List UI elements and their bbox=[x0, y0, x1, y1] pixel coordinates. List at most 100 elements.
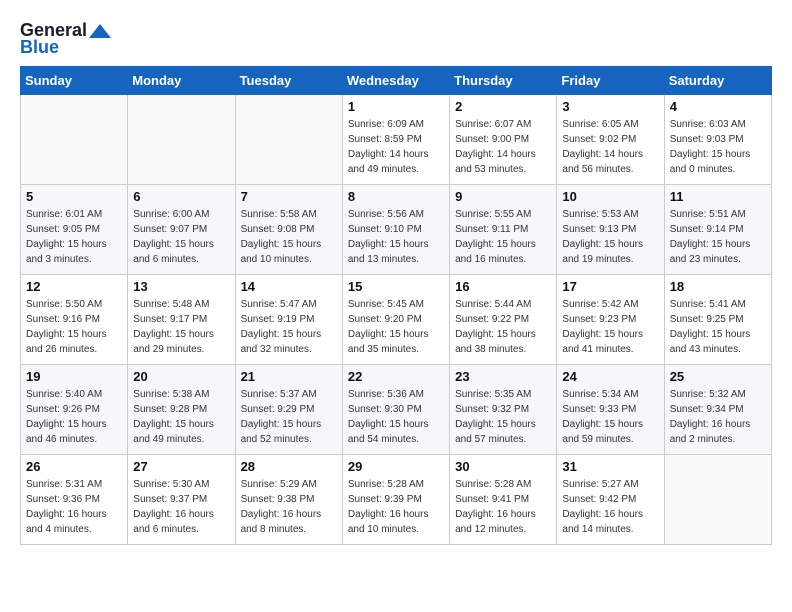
week-row-4: 19 Sunrise: 5:40 AM Sunset: 9:26 PM Dayli… bbox=[21, 365, 772, 455]
day-number: 1 bbox=[348, 99, 444, 114]
day-number: 11 bbox=[670, 189, 766, 204]
day-info: Sunrise: 5:51 AM Sunset: 9:14 PM Dayligh… bbox=[670, 207, 766, 267]
table-cell: 11 Sunrise: 5:51 AM Sunset: 9:14 PM Dayli… bbox=[664, 185, 771, 275]
day-info: Sunrise: 5:38 AM Sunset: 9:28 PM Dayligh… bbox=[133, 387, 229, 447]
day-number: 29 bbox=[348, 459, 444, 474]
day-info: Sunrise: 5:40 AM Sunset: 9:26 PM Dayligh… bbox=[26, 387, 122, 447]
day-number: 21 bbox=[241, 369, 337, 384]
day-info: Sunrise: 5:42 AM Sunset: 9:23 PM Dayligh… bbox=[562, 297, 658, 357]
day-info: Sunrise: 5:53 AM Sunset: 9:13 PM Dayligh… bbox=[562, 207, 658, 267]
calendar-table: SundayMondayTuesdayWednesdayThursdayFrid… bbox=[20, 66, 772, 545]
day-number: 28 bbox=[241, 459, 337, 474]
table-cell: 15 Sunrise: 5:45 AM Sunset: 9:20 PM Dayli… bbox=[342, 275, 449, 365]
day-info: Sunrise: 5:28 AM Sunset: 9:41 PM Dayligh… bbox=[455, 477, 551, 537]
days-header-row: SundayMondayTuesdayWednesdayThursdayFrid… bbox=[21, 67, 772, 95]
logo-blue-text: Blue bbox=[20, 37, 59, 58]
day-number: 10 bbox=[562, 189, 658, 204]
day-number: 9 bbox=[455, 189, 551, 204]
day-info: Sunrise: 5:32 AM Sunset: 9:34 PM Dayligh… bbox=[670, 387, 766, 447]
table-cell bbox=[21, 95, 128, 185]
day-info: Sunrise: 5:27 AM Sunset: 9:42 PM Dayligh… bbox=[562, 477, 658, 537]
week-row-3: 12 Sunrise: 5:50 AM Sunset: 9:16 PM Dayli… bbox=[21, 275, 772, 365]
table-cell: 9 Sunrise: 5:55 AM Sunset: 9:11 PM Daylig… bbox=[450, 185, 557, 275]
day-number: 19 bbox=[26, 369, 122, 384]
day-number: 31 bbox=[562, 459, 658, 474]
table-cell: 29 Sunrise: 5:28 AM Sunset: 9:39 PM Dayli… bbox=[342, 455, 449, 545]
day-info: Sunrise: 5:58 AM Sunset: 9:08 PM Dayligh… bbox=[241, 207, 337, 267]
table-cell: 27 Sunrise: 5:30 AM Sunset: 9:37 PM Dayli… bbox=[128, 455, 235, 545]
table-cell: 5 Sunrise: 6:01 AM Sunset: 9:05 PM Daylig… bbox=[21, 185, 128, 275]
day-number: 22 bbox=[348, 369, 444, 384]
day-info: Sunrise: 5:50 AM Sunset: 9:16 PM Dayligh… bbox=[26, 297, 122, 357]
table-cell: 7Sunrise: 5:58 AM Sunset: 9:08 PM Daylig… bbox=[235, 185, 342, 275]
day-info: Sunrise: 5:45 AM Sunset: 9:20 PM Dayligh… bbox=[348, 297, 444, 357]
day-info: Sunrise: 5:30 AM Sunset: 9:37 PM Dayligh… bbox=[133, 477, 229, 537]
table-cell: 20Sunrise: 5:38 AM Sunset: 9:28 PM Dayli… bbox=[128, 365, 235, 455]
day-info: Sunrise: 5:36 AM Sunset: 9:30 PM Dayligh… bbox=[348, 387, 444, 447]
table-cell: 3Sunrise: 6:05 AM Sunset: 9:02 PM Daylig… bbox=[557, 95, 664, 185]
day-info: Sunrise: 5:29 AM Sunset: 9:38 PM Dayligh… bbox=[241, 477, 337, 537]
day-info: Sunrise: 5:56 AM Sunset: 9:10 PM Dayligh… bbox=[348, 207, 444, 267]
table-cell: 12 Sunrise: 5:50 AM Sunset: 9:16 PM Dayli… bbox=[21, 275, 128, 365]
header-tuesday: Tuesday bbox=[235, 67, 342, 95]
day-number: 17 bbox=[562, 279, 658, 294]
day-info: Sunrise: 6:01 AM Sunset: 9:05 PM Dayligh… bbox=[26, 207, 122, 267]
table-cell: 31 Sunrise: 5:27 AM Sunset: 9:42 PM Dayli… bbox=[557, 455, 664, 545]
day-info: Sunrise: 5:41 AM Sunset: 9:25 PM Dayligh… bbox=[670, 297, 766, 357]
table-cell bbox=[664, 455, 771, 545]
table-cell: 2Sunrise: 6:07 AM Sunset: 9:00 PM Daylig… bbox=[450, 95, 557, 185]
day-info: Sunrise: 5:35 AM Sunset: 9:32 PM Dayligh… bbox=[455, 387, 551, 447]
week-row-1: 1 Sunrise: 6:09 AM Sunset: 8:59 PM Daylig… bbox=[21, 95, 772, 185]
day-number: 27 bbox=[133, 459, 229, 474]
day-info: Sunrise: 5:28 AM Sunset: 9:39 PM Dayligh… bbox=[348, 477, 444, 537]
day-info: Sunrise: 5:47 AM Sunset: 9:19 PM Dayligh… bbox=[241, 297, 337, 357]
day-number: 8 bbox=[348, 189, 444, 204]
table-cell: 28 Sunrise: 5:29 AM Sunset: 9:38 PM Dayli… bbox=[235, 455, 342, 545]
table-cell: 8 Sunrise: 5:56 AM Sunset: 9:10 PM Daylig… bbox=[342, 185, 449, 275]
day-info: Sunrise: 5:34 AM Sunset: 9:33 PM Dayligh… bbox=[562, 387, 658, 447]
table-cell: 22 Sunrise: 5:36 AM Sunset: 9:30 PM Dayli… bbox=[342, 365, 449, 455]
table-cell: 23Sunrise: 5:35 AM Sunset: 9:32 PM Dayli… bbox=[450, 365, 557, 455]
table-cell: 4 Sunrise: 6:03 AM Sunset: 9:03 PM Daylig… bbox=[664, 95, 771, 185]
day-number: 2 bbox=[455, 99, 551, 114]
day-number: 6 bbox=[133, 189, 229, 204]
day-number: 3 bbox=[562, 99, 658, 114]
table-cell: 14 Sunrise: 5:47 AM Sunset: 9:19 PM Dayli… bbox=[235, 275, 342, 365]
header-friday: Friday bbox=[557, 67, 664, 95]
day-number: 26 bbox=[26, 459, 122, 474]
table-cell bbox=[235, 95, 342, 185]
table-cell: 16 Sunrise: 5:44 AM Sunset: 9:22 PM Dayli… bbox=[450, 275, 557, 365]
table-cell: 6 Sunrise: 6:00 AM Sunset: 9:07 PM Daylig… bbox=[128, 185, 235, 275]
day-info: Sunrise: 5:31 AM Sunset: 9:36 PM Dayligh… bbox=[26, 477, 122, 537]
header-thursday: Thursday bbox=[450, 67, 557, 95]
table-cell: 10 Sunrise: 5:53 AM Sunset: 9:13 PM Dayli… bbox=[557, 185, 664, 275]
day-info: Sunrise: 6:03 AM Sunset: 9:03 PM Dayligh… bbox=[670, 117, 766, 177]
day-number: 30 bbox=[455, 459, 551, 474]
day-number: 16 bbox=[455, 279, 551, 294]
header-wednesday: Wednesday bbox=[342, 67, 449, 95]
day-number: 15 bbox=[348, 279, 444, 294]
day-info: Sunrise: 5:37 AM Sunset: 9:29 PM Dayligh… bbox=[241, 387, 337, 447]
table-cell: 21 Sunrise: 5:37 AM Sunset: 9:29 PM Dayli… bbox=[235, 365, 342, 455]
week-row-2: 5 Sunrise: 6:01 AM Sunset: 9:05 PM Daylig… bbox=[21, 185, 772, 275]
page-header: General Blue bbox=[20, 20, 772, 58]
day-number: 5 bbox=[26, 189, 122, 204]
day-number: 25 bbox=[670, 369, 766, 384]
table-cell: 25 Sunrise: 5:32 AM Sunset: 9:34 PM Dayli… bbox=[664, 365, 771, 455]
day-number: 24 bbox=[562, 369, 658, 384]
logo-icon bbox=[89, 22, 111, 40]
table-cell bbox=[128, 95, 235, 185]
day-number: 4 bbox=[670, 99, 766, 114]
header-saturday: Saturday bbox=[664, 67, 771, 95]
table-cell: 26 Sunrise: 5:31 AM Sunset: 9:36 PM Dayli… bbox=[21, 455, 128, 545]
day-number: 14 bbox=[241, 279, 337, 294]
logo: General Blue bbox=[20, 20, 111, 58]
day-info: Sunrise: 6:09 AM Sunset: 8:59 PM Dayligh… bbox=[348, 117, 444, 177]
table-cell: 18 Sunrise: 5:41 AM Sunset: 9:25 PM Dayli… bbox=[664, 275, 771, 365]
day-info: Sunrise: 6:00 AM Sunset: 9:07 PM Dayligh… bbox=[133, 207, 229, 267]
day-number: 18 bbox=[670, 279, 766, 294]
table-cell: 30 Sunrise: 5:28 AM Sunset: 9:41 PM Dayli… bbox=[450, 455, 557, 545]
day-number: 12 bbox=[26, 279, 122, 294]
day-info: Sunrise: 5:44 AM Sunset: 9:22 PM Dayligh… bbox=[455, 297, 551, 357]
day-info: Sunrise: 5:55 AM Sunset: 9:11 PM Dayligh… bbox=[455, 207, 551, 267]
